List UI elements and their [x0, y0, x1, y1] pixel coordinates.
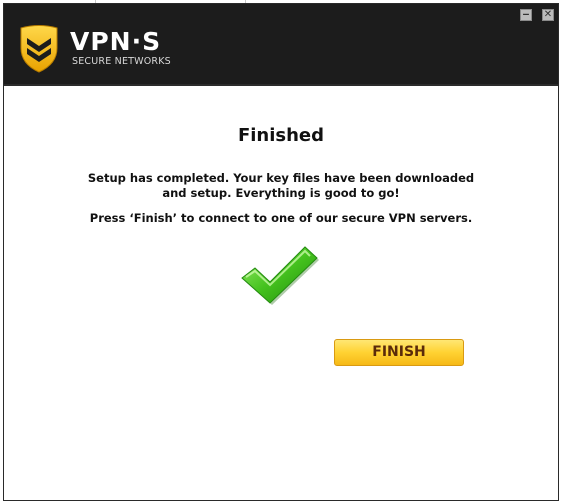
close-button[interactable]: ✕ — [542, 9, 554, 21]
completion-message: Setup has completed. Your key files have… — [4, 171, 558, 201]
installer-window: VPN·S SECURE NETWORKS ‒ ✕ Finished Setup… — [3, 3, 559, 501]
shield-chevron-icon — [20, 25, 58, 73]
brand-tagline: SECURE NETWORKS — [72, 56, 171, 67]
finish-button[interactable]: FINISH — [334, 339, 464, 366]
brand-name: VPN·S — [70, 27, 162, 56]
minimize-button[interactable]: ‒ — [520, 9, 532, 21]
finish-page: Finished Setup has completed. Your key f… — [4, 86, 558, 500]
title-bar[interactable]: VPN·S SECURE NETWORKS ‒ ✕ — [4, 4, 558, 84]
message-line: Setup has completed. Your key files have… — [87, 171, 475, 185]
instruction-text: Press ‘Finish’ to connect to one of our … — [89, 211, 473, 225]
checkmark-icon — [241, 246, 319, 305]
page-title: Finished — [237, 125, 325, 146]
screen: VPN·S SECURE NETWORKS ‒ ✕ Finished Setup… — [0, 0, 562, 504]
message-line: and setup. Everything is good to go! — [162, 186, 400, 200]
